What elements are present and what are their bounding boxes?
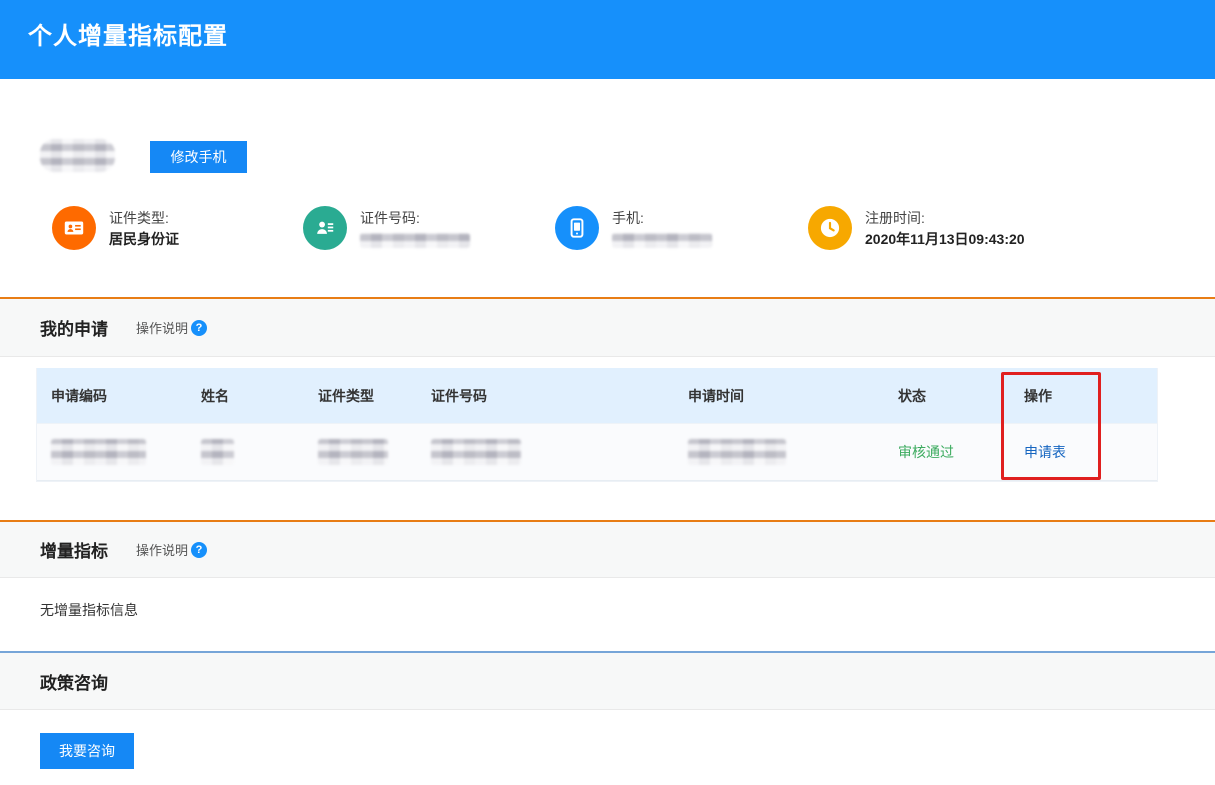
change-phone-button[interactable]: 修改手机 bbox=[150, 141, 247, 173]
info-item-phone: 手机: bbox=[555, 206, 712, 250]
info-item-id-number: 证件号码: bbox=[303, 206, 470, 250]
id-type-label: 证件类型: bbox=[109, 210, 169, 226]
register-time-value: 2020年11月13日09:43:20 bbox=[865, 228, 1025, 250]
cell-status: 审核通过 bbox=[884, 424, 1010, 480]
col-header-status: 状态 bbox=[884, 368, 1010, 423]
app-header-bar: 个人增量指标配置 bbox=[0, 0, 1215, 79]
phone-icon bbox=[555, 206, 599, 250]
help-label: 操作说明 bbox=[136, 318, 188, 337]
question-icon[interactable]: ? bbox=[191, 542, 207, 558]
col-header-id-number: 证件号码 bbox=[417, 368, 674, 423]
phone-masked bbox=[612, 233, 712, 248]
page-title: 个人增量指标配置 bbox=[28, 16, 228, 51]
table-row: 审核通过 申请表 bbox=[37, 423, 1157, 481]
name-masked bbox=[201, 439, 234, 465]
quota-empty-text: 无增量指标信息 bbox=[40, 600, 138, 620]
clock-icon bbox=[808, 206, 852, 250]
section-title-policy: 政策咨询 bbox=[40, 669, 108, 694]
section-policy-header: 政策咨询 bbox=[0, 651, 1215, 710]
quota-help[interactable]: 操作说明 ? bbox=[136, 540, 207, 559]
id-number-cell-masked bbox=[431, 439, 521, 465]
question-icon[interactable]: ? bbox=[191, 320, 207, 336]
section-title-quota: 增量指标 bbox=[40, 537, 108, 562]
col-header-name: 姓名 bbox=[187, 368, 304, 423]
phone-label: 手机: bbox=[612, 210, 644, 226]
col-header-application-code: 申请编码 bbox=[37, 368, 187, 423]
consult-button[interactable]: 我要咨询 bbox=[40, 733, 134, 769]
col-header-id-type: 证件类型 bbox=[304, 368, 417, 423]
section-my-applications-header: 我的申请 操作说明 ? bbox=[0, 297, 1215, 357]
page: 个人增量指标配置 修改手机 证件类型: 居民身份证 bbox=[0, 0, 1215, 785]
cell-apply-time bbox=[674, 424, 884, 480]
register-time-label: 注册时间: bbox=[865, 210, 925, 226]
help-label: 操作说明 bbox=[136, 540, 188, 559]
cell-application-code bbox=[37, 424, 187, 480]
info-item-id-type: 证件类型: 居民身份证 bbox=[52, 206, 179, 250]
my-applications-help[interactable]: 操作说明 ? bbox=[136, 318, 207, 337]
col-header-apply-time: 申请时间 bbox=[674, 368, 884, 423]
application-form-link[interactable]: 申请表 bbox=[1024, 442, 1066, 462]
apply-time-masked bbox=[688, 439, 786, 465]
id-type-masked bbox=[318, 439, 388, 465]
info-item-register-time: 注册时间: 2020年11月13日09:43:20 bbox=[808, 206, 1025, 250]
id-card-icon bbox=[52, 206, 96, 250]
applications-table: 申请编码 姓名 证件类型 证件号码 申请时间 状态 操作 审核通过 申请表 bbox=[36, 368, 1158, 482]
cell-id-type bbox=[304, 424, 417, 480]
cell-name bbox=[187, 424, 304, 480]
application-code-masked bbox=[51, 439, 146, 465]
id-number-masked bbox=[360, 233, 470, 248]
cell-action: 申请表 bbox=[1010, 424, 1159, 480]
section-quota-header: 增量指标 操作说明 ? bbox=[0, 520, 1215, 578]
status-badge: 审核通过 bbox=[898, 442, 954, 462]
cell-id-number bbox=[417, 424, 674, 480]
section-title-my-applications: 我的申请 bbox=[40, 315, 108, 340]
user-name-masked bbox=[40, 139, 115, 172]
person-card-icon bbox=[303, 206, 347, 250]
col-header-action: 操作 bbox=[1010, 368, 1159, 423]
table-header-row: 申请编码 姓名 证件类型 证件号码 申请时间 状态 操作 bbox=[37, 368, 1157, 423]
id-number-label: 证件号码: bbox=[360, 210, 420, 226]
id-type-value: 居民身份证 bbox=[109, 228, 179, 250]
